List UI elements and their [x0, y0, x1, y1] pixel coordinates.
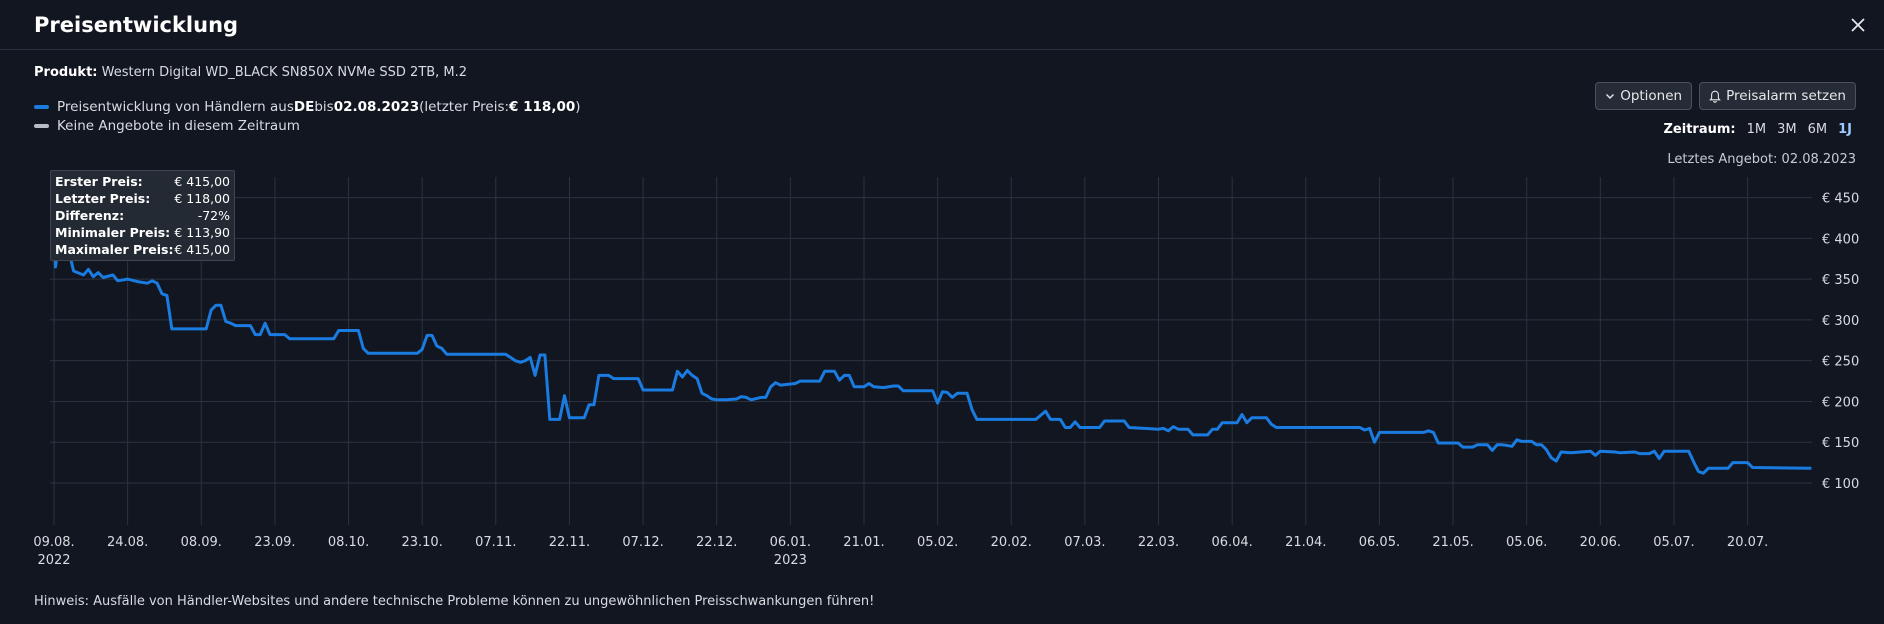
- stats-row: Letzter Preis: € 118,00: [55, 190, 230, 207]
- legend-date: 02.08.2023: [333, 98, 420, 115]
- legend-suffix: ): [575, 98, 581, 115]
- time-range-3m[interactable]: 3M: [1777, 122, 1797, 137]
- disclaimer-hint: Hinweis: Ausfälle von Händler-Websites u…: [34, 594, 875, 609]
- x-tick-label: 06.05.: [1359, 535, 1400, 550]
- x-tick-label: 05.06.: [1506, 535, 1547, 550]
- bell-icon: [1709, 90, 1722, 103]
- close-button[interactable]: [1844, 11, 1872, 39]
- time-range-1m[interactable]: 1M: [1747, 122, 1767, 137]
- price-series-line: [52, 226, 1812, 475]
- product-line: Produkt: Western Digital WD_BLACK SN850X…: [34, 65, 467, 80]
- x-tick-label: 20.06.: [1580, 535, 1621, 550]
- x-tick-label: 05.02.: [917, 535, 958, 550]
- stats-value: € 415,00: [174, 174, 230, 189]
- stats-key: Letzter Preis:: [55, 191, 151, 206]
- no-offers-swatch: [34, 123, 49, 128]
- x-tick-label: 06.04.: [1211, 535, 1252, 550]
- y-tick-label: € 300: [1822, 314, 1859, 329]
- stats-value: € 118,00: [174, 191, 230, 206]
- time-range-selector: Zeitraum: 1M 3M 6M 1J: [1664, 122, 1853, 137]
- y-tick-label: € 150: [1822, 436, 1859, 451]
- legend-country: DE: [293, 98, 315, 115]
- modal-header: Preisentwicklung: [0, 0, 1884, 50]
- series-swatch: [34, 104, 49, 109]
- x-tick-label: 23.10.: [401, 535, 442, 550]
- price-chart: € 100 € 150 € 200 € 250 € 300 € 350 € 400 € 450…: [33, 177, 1859, 568]
- stats-value: -72%: [197, 208, 230, 223]
- stats-value: € 415,00: [174, 242, 230, 257]
- legend-mid: bis: [314, 98, 334, 115]
- x-tick-label: 21.04.: [1285, 535, 1326, 550]
- x-tick-label: 20.07.: [1727, 535, 1768, 550]
- options-button[interactable]: Optionen: [1595, 82, 1693, 110]
- modal-title: Preisentwicklung: [34, 12, 239, 37]
- legend-no-offers: Keine Angebote in diesem Zeitraum: [57, 117, 300, 134]
- price-history-modal: Preisentwicklung Produkt: Western Digita…: [0, 0, 1884, 624]
- x-tick-label: 23.09.: [254, 535, 295, 550]
- x-tick-label: 09.08.: [33, 535, 74, 550]
- x-tick-label: 21.05.: [1432, 535, 1473, 550]
- time-range-1j[interactable]: 1J: [1838, 122, 1852, 137]
- legend-last-price-prefix: (letzter Preis:: [419, 98, 510, 115]
- x-tick-label: 07.11.: [475, 535, 516, 550]
- x-tick-label: 22.12.: [696, 535, 737, 550]
- time-range-label: Zeitraum:: [1663, 122, 1736, 137]
- x-tick-label: 22.11.: [549, 535, 590, 550]
- y-tick-label: € 400: [1822, 232, 1859, 247]
- options-label: Optionen: [1620, 88, 1683, 104]
- stats-key: Differenz:: [55, 208, 125, 223]
- x-tick-label: 20.02.: [991, 535, 1032, 550]
- y-tick-label: € 350: [1822, 273, 1859, 288]
- stats-key: Minimaler Preis:: [55, 225, 171, 240]
- x-tick-label: 24.08.: [107, 535, 148, 550]
- stats-row: Maximaler Preis: € 415,00: [55, 241, 230, 258]
- time-range-6m[interactable]: 6M: [1808, 122, 1828, 137]
- stats-value: € 113,90: [174, 225, 230, 240]
- stats-row: Erster Preis: € 415,00: [55, 173, 230, 190]
- x-tick-label: 05.07.: [1653, 535, 1694, 550]
- x-tick-label: 06.01.: [770, 535, 811, 550]
- y-tick-label: € 200: [1822, 395, 1859, 410]
- chevron-down-icon: [1606, 94, 1615, 99]
- stats-key: Erster Preis:: [55, 174, 143, 189]
- y-tick-label: € 100: [1822, 477, 1859, 492]
- y-tick-label: € 250: [1822, 355, 1859, 370]
- stats-key: Maximaler Preis:: [55, 242, 174, 257]
- close-icon: [1851, 17, 1865, 32]
- chart-legend: Preisentwicklung von Händlern aus DE bis…: [34, 97, 581, 135]
- x-tick-year-label: 2022: [37, 553, 70, 568]
- x-tick-label: 07.12.: [622, 535, 663, 550]
- stats-row: Minimaler Preis: € 113,90: [55, 224, 230, 241]
- legend-series-prefix: Preisentwicklung von Händlern aus: [57, 98, 294, 115]
- price-alarm-label: Preisalarm setzen: [1726, 88, 1846, 104]
- chart-actions: Optionen Preisalarm setzen: [1595, 82, 1856, 110]
- price-alarm-button[interactable]: Preisalarm setzen: [1699, 82, 1856, 110]
- product-name: Western Digital WD_BLACK SN850X NVMe SSD…: [101, 65, 468, 80]
- stats-row: Differenz: -72%: [55, 207, 230, 224]
- x-tick-year-label: 2023: [774, 553, 807, 568]
- legend-last-price: € 118,00: [509, 98, 576, 115]
- legend-item-no-offers[interactable]: Keine Angebote in diesem Zeitraum: [34, 116, 581, 135]
- x-tick-label: 08.10.: [328, 535, 369, 550]
- x-tick-label: 07.03.: [1064, 535, 1105, 550]
- x-tick-label: 21.01.: [843, 535, 884, 550]
- stats-tooltip: Erster Preis: € 415,00 Letzter Preis: € 11…: [50, 170, 235, 261]
- y-tick-label: € 450: [1822, 192, 1859, 207]
- x-tick-label: 08.09.: [181, 535, 222, 550]
- x-tick-label: 22.03.: [1138, 535, 1179, 550]
- product-label: Produkt:: [34, 65, 98, 80]
- legend-item-series[interactable]: Preisentwicklung von Händlern aus DE bis…: [34, 97, 581, 116]
